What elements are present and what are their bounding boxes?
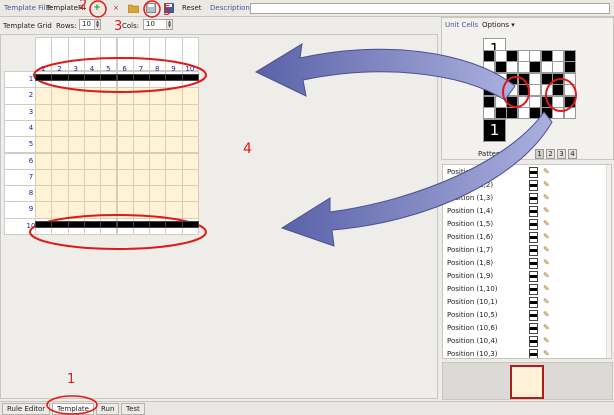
highlight-ellipse	[143, 0, 161, 18]
annotation-4: 4	[243, 141, 252, 157]
highlight-ellipse	[545, 78, 577, 112]
arrow-bottom	[280, 111, 553, 247]
annotation-overlay	[29, 0, 577, 415]
grid-cell[interactable]	[100, 220, 118, 228]
highlight-ellipse	[46, 395, 98, 415]
grid-cell[interactable]	[35, 74, 53, 81]
grid-cell[interactable]	[100, 74, 118, 81]
grid-cell[interactable]	[35, 220, 53, 228]
annotation-2: 2	[79, 0, 88, 13]
grid-cell[interactable]	[51, 74, 69, 81]
annotation-5: 5	[163, 4, 172, 19]
grid-cell[interactable]	[116, 220, 134, 228]
grid-cell[interactable]	[181, 74, 199, 81]
grid-cell[interactable]	[181, 220, 199, 228]
grid-cell[interactable]	[149, 220, 167, 228]
grid-cell[interactable]	[165, 220, 183, 228]
arrow-top	[254, 43, 516, 101]
annotation-1: 1	[67, 372, 76, 387]
grid-cell[interactable]	[132, 74, 151, 81]
highlight-ellipse	[89, 0, 107, 18]
grid-cell[interactable]	[83, 220, 102, 228]
grid-cell[interactable]	[116, 74, 134, 81]
grid-cell[interactable]	[165, 74, 183, 81]
grid-cell[interactable]	[149, 74, 167, 81]
grid-cell[interactable]	[83, 74, 102, 81]
grid-cell[interactable]	[67, 74, 85, 81]
grid-cell[interactable]	[132, 220, 151, 228]
grid-cell[interactable]	[67, 220, 85, 228]
annotation-3: 3	[114, 19, 123, 34]
grid-cell[interactable]	[51, 220, 69, 228]
